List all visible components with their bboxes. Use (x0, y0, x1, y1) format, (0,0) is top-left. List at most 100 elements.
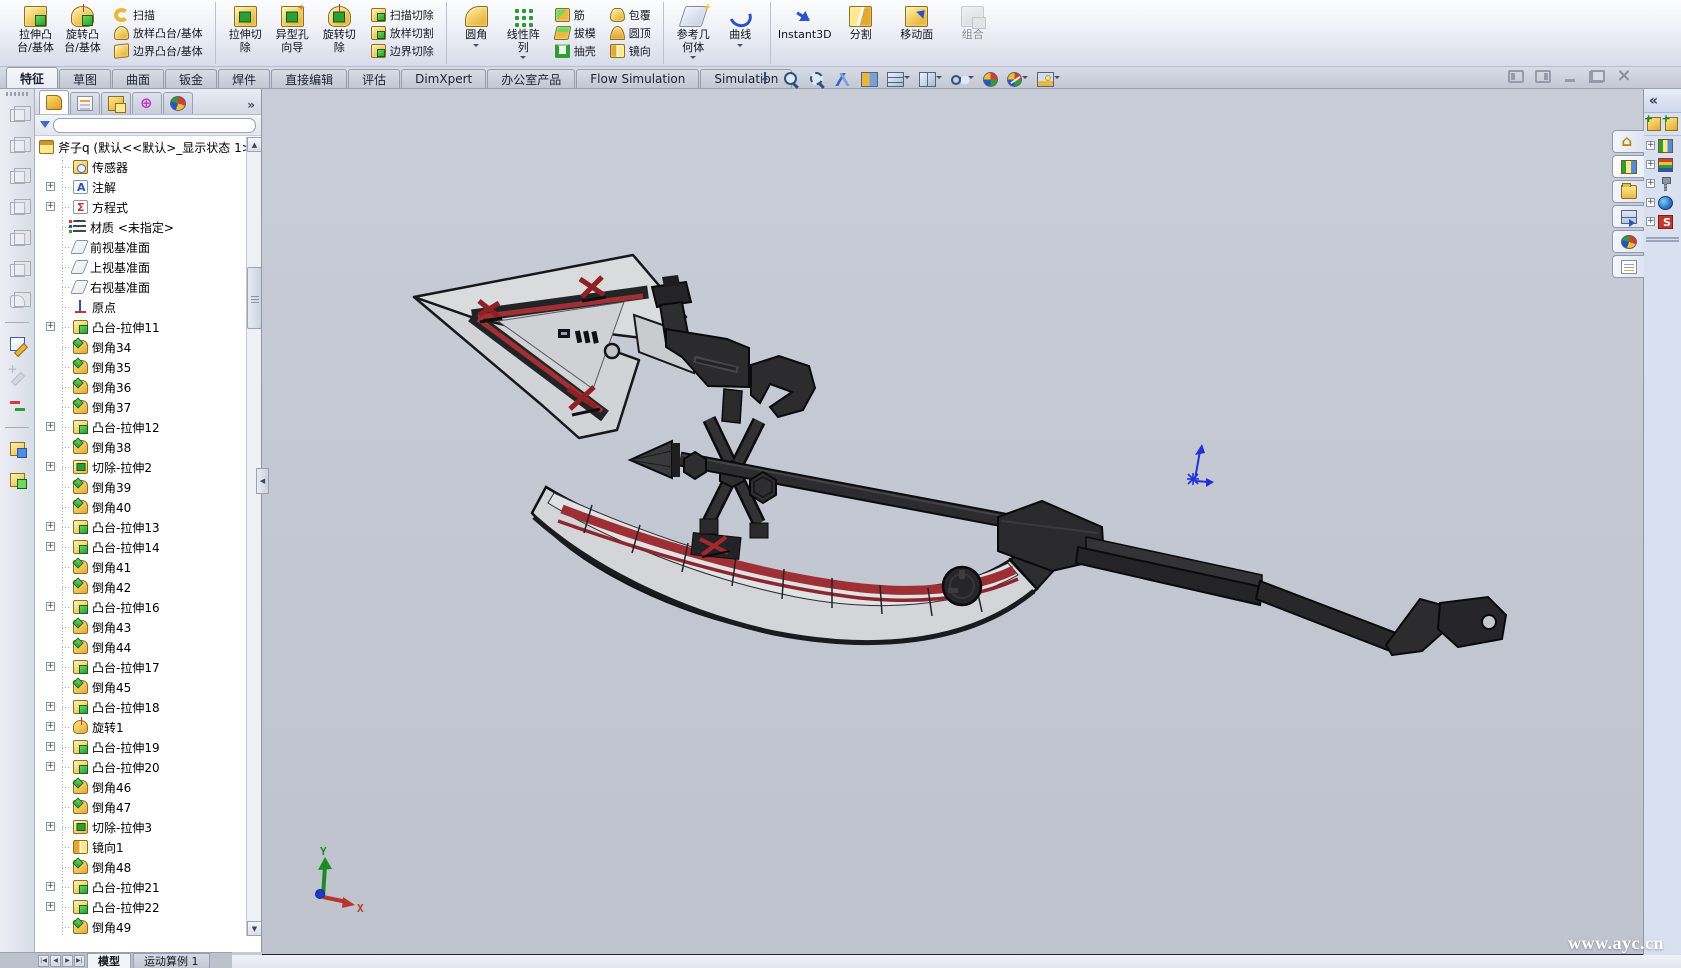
tree-item[interactable]: 倒角47 (35, 797, 246, 817)
command-tab[interactable]: DimXpert (401, 69, 486, 88)
expand-toggle-icon[interactable] (46, 762, 55, 771)
tree-item[interactable]: 材质 <未指定> (35, 217, 246, 237)
tree-item[interactable]: 凸台-拉伸19 (35, 737, 246, 757)
tree-item[interactable]: 凸台-拉伸21 (35, 877, 246, 897)
tree-item[interactable]: 方程式 (35, 197, 246, 217)
toolbar-grip[interactable] (6, 92, 28, 96)
expand-toggle-icon[interactable] (46, 462, 55, 471)
axe-3d-model[interactable]: Y X (262, 89, 1643, 955)
tree-item[interactable]: 凸台-拉伸14 (35, 537, 246, 557)
tree-item[interactable]: 倒角49 (35, 917, 246, 936)
tree-item[interactable]: 倒角44 (35, 637, 246, 657)
tree-item[interactable]: 凸台-拉伸17 (35, 657, 246, 677)
tree-item[interactable]: 凸台-拉伸11 (35, 317, 246, 337)
task-pane-tab[interactable] (1612, 230, 1644, 253)
task-pane-splitter[interactable] (1646, 237, 1679, 239)
ribbon-small-button[interactable]: 扫描切除 (367, 6, 438, 24)
dropdown-caret-icon[interactable] (1022, 76, 1028, 82)
expand-toggle-icon[interactable] (46, 902, 55, 911)
ribbon-small-button[interactable]: 拔模 (551, 24, 600, 42)
graphics-viewport[interactable]: Y X (262, 89, 1643, 955)
window-button[interactable] (1507, 69, 1525, 84)
expand-toggle-icon[interactable] (46, 822, 55, 831)
tree-item[interactable]: 旋转1 (35, 717, 246, 737)
view-tool-button[interactable] (1035, 71, 1062, 88)
ribbon-button[interactable]: 组合 (945, 3, 1001, 63)
ribbon-small-button[interactable]: 放样切割 (367, 24, 438, 42)
last-tab-icon[interactable]: ▶| (74, 955, 85, 967)
expand-toggle-icon[interactable] (46, 542, 55, 551)
view-tool-button[interactable] (859, 71, 880, 88)
ribbon-small-button[interactable]: 包覆 (606, 6, 655, 24)
tree-item[interactable]: 倒角41 (35, 557, 246, 577)
tree-item[interactable]: 前视基准面 (35, 237, 246, 257)
task-pane-tab[interactable] (1612, 255, 1644, 278)
feature-tool-button[interactable] (4, 467, 30, 493)
ribbon-button[interactable]: 分割 (833, 3, 889, 63)
window-button[interactable] (1561, 69, 1579, 84)
expand-toggle-icon[interactable] (46, 182, 55, 191)
model-tab[interactable]: 模型 (87, 953, 131, 968)
first-tab-icon[interactable]: |◀ (38, 955, 49, 967)
ribbon-small-button[interactable]: 圆顶 (606, 24, 655, 42)
sketch-tool-button[interactable] (4, 362, 30, 388)
manager-tab[interactable] (39, 90, 69, 114)
command-tab[interactable]: 直接编辑 (271, 69, 347, 88)
dropdown-caret-icon[interactable] (473, 44, 479, 50)
tree-item[interactable]: 凸台-拉伸13 (35, 517, 246, 537)
tree-filter-input[interactable] (53, 118, 256, 133)
ribbon-small-button[interactable]: 筋 (551, 6, 600, 24)
tree-item[interactable]: 凸台-拉伸18 (35, 697, 246, 717)
sketch-axes[interactable] (1187, 444, 1214, 487)
command-tab[interactable]: 草图 (59, 69, 111, 88)
expand-toggle-icon[interactable] (1646, 198, 1655, 207)
command-tab[interactable]: 评估 (348, 69, 400, 88)
ribbon-button[interactable]: 线性阵 列 (500, 3, 547, 63)
dropdown-caret-icon[interactable] (936, 76, 942, 82)
expand-toggle-icon[interactable] (46, 522, 55, 531)
manager-tab[interactable] (132, 92, 162, 114)
design-library-node[interactable] (1644, 174, 1681, 193)
tree-item[interactable]: 切除-拉伸3 (35, 817, 246, 837)
task-pane-tab[interactable] (1612, 130, 1644, 153)
view-tool-button[interactable] (949, 71, 976, 88)
ribbon-small-button[interactable]: 抽壳 (551, 42, 600, 60)
tree-item[interactable]: 原点 (35, 297, 246, 317)
ribbon-button[interactable]: 拉伸切 除 (222, 3, 269, 63)
tree-item[interactable]: 上视基准面 (35, 257, 246, 277)
panel-collapse-button[interactable]: ◀ (256, 468, 269, 494)
sketch-tool-button[interactable] (4, 331, 30, 357)
tree-item[interactable]: 倒角45 (35, 677, 246, 697)
dropdown-caret-icon[interactable] (520, 56, 526, 62)
tree-item[interactable]: 倒角38 (35, 437, 246, 457)
standard-view-button[interactable] (4, 257, 30, 283)
next-tab-icon[interactable]: ▶ (62, 955, 73, 967)
ribbon-button[interactable]: 圆角 (453, 3, 500, 63)
view-tool-button[interactable] (917, 71, 944, 88)
tree-item[interactable]: 凸台-拉伸16 (35, 597, 246, 617)
expand-toggle-icon[interactable] (1646, 141, 1655, 150)
window-button[interactable] (1534, 69, 1552, 84)
command-tab[interactable]: 钣金 (165, 69, 217, 88)
tree-item[interactable]: 倒角37 (35, 397, 246, 417)
tree-item[interactable]: 倒角36 (35, 377, 246, 397)
command-tab[interactable]: 焊件 (218, 69, 270, 88)
standard-view-button[interactable] (4, 102, 30, 128)
ribbon-button[interactable]: 异型孔 向导 (269, 3, 316, 63)
design-library-node[interactable] (1644, 155, 1681, 174)
design-library-node[interactable] (1644, 212, 1681, 231)
expand-toggle-icon[interactable] (46, 662, 55, 671)
expand-toggle-icon[interactable] (46, 722, 55, 731)
tree-item[interactable]: 凸台-拉伸22 (35, 897, 246, 917)
design-library-node[interactable] (1644, 136, 1681, 155)
ribbon-small-button[interactable]: 放样凸台/基体 (110, 24, 207, 42)
tree-root-item[interactable]: 斧子q (默认<<默认>_显示状态 1>) (35, 137, 246, 157)
task-pane-tab[interactable] (1612, 180, 1644, 203)
tree-scrollbar[interactable]: ▲ ▼ (246, 137, 261, 936)
tree-item[interactable]: 倒角39 (35, 477, 246, 497)
handle-assembly[interactable] (943, 501, 1506, 655)
view-tool-button[interactable] (1005, 71, 1030, 88)
command-tab[interactable]: 办公室产品 (487, 69, 575, 88)
manager-tab[interactable] (70, 92, 100, 114)
expand-toggle-icon[interactable] (1646, 179, 1655, 188)
